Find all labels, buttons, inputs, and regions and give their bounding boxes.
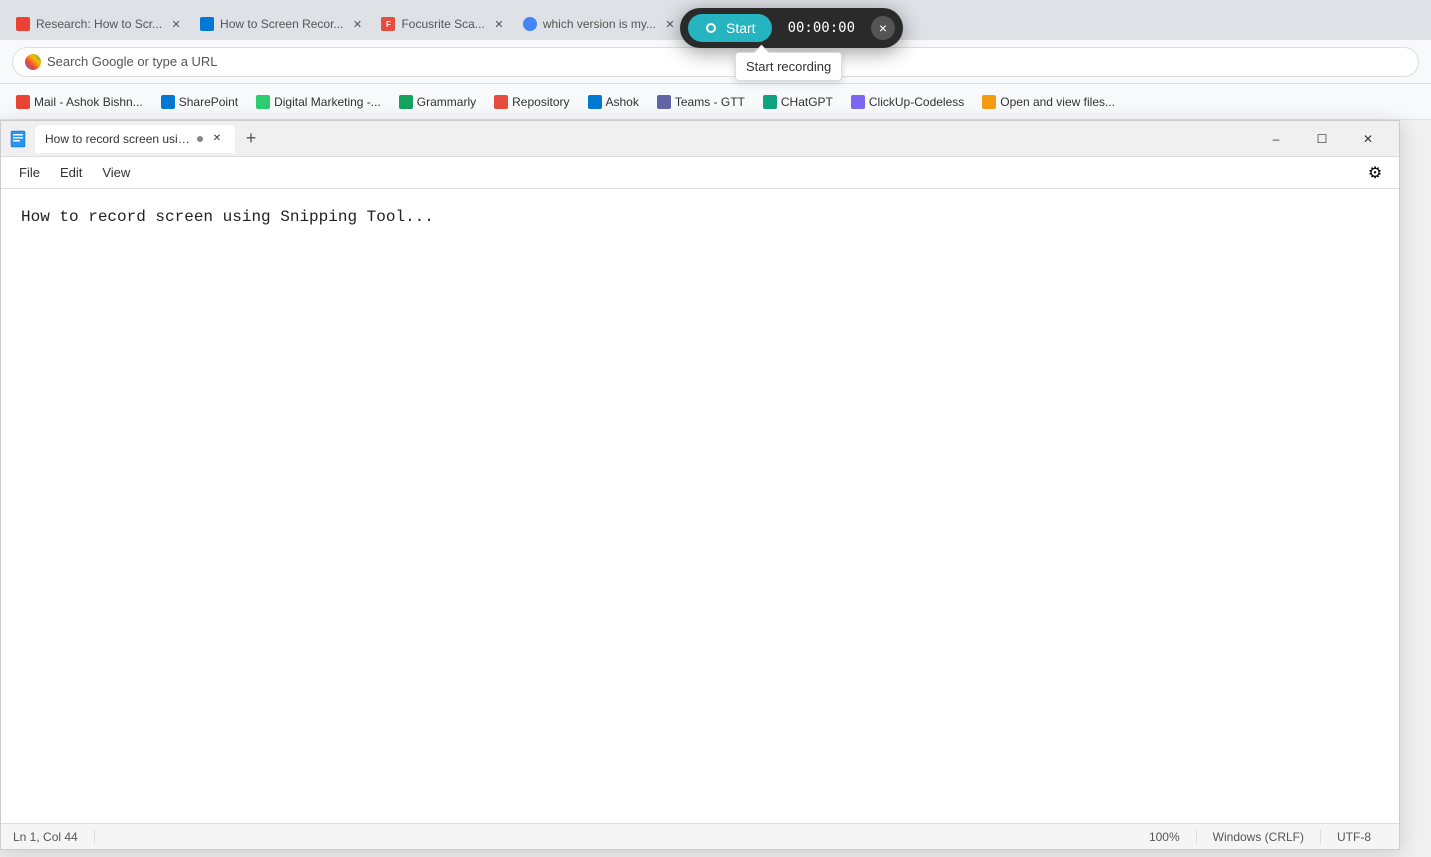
bookmark-open-files[interactable]: Open and view files... [974,89,1123,115]
start-recording-tooltip: Start recording [735,52,842,81]
notepad-view-menu[interactable]: View [92,161,140,184]
bookmarks-bar: Mail - Ashok Bishn... SharePoint Digital… [0,84,1431,120]
tab-close-3[interactable]: ✕ [491,16,507,32]
record-icon [704,21,718,35]
notepad-file-menu[interactable]: File [9,161,50,184]
tab-title-1: Research: How to Scr... [36,17,162,31]
notepad-cursor-position: Ln 1, Col 44 [13,830,95,844]
bookmark-grammarly-label: Grammarly [417,95,476,109]
start-button-label: Start [726,20,756,36]
tab-favicon-4 [523,17,537,31]
bookmark-sharepoint[interactable]: SharePoint [153,89,246,115]
address-bar-text: Search Google or type a URL [47,54,1406,69]
bookmark-teams-label: Teams - GTT [675,95,745,109]
notepad-modified-dot [197,136,203,142]
bookmark-clickup-label: ClickUp-Codeless [869,95,964,109]
notepad-encoding: UTF-8 [1321,830,1387,844]
browser-tab-3[interactable]: F Focusrite Sca... ✕ [373,8,514,40]
tab-favicon-1 [16,17,30,31]
notepad-statusbar: Ln 1, Col 44 100% Windows (CRLF) UTF-8 [1,823,1399,849]
close-toolbar-button[interactable]: × [871,16,895,40]
bookmark-mail-label: Mail - Ashok Bishn... [34,95,143,109]
notepad-menubar: File Edit View ⚙ [1,157,1399,189]
bookmark-chatgpt[interactable]: CHatGPT [755,89,841,115]
bookmark-sharepoint-label: SharePoint [179,95,238,109]
address-bar-input-wrap[interactable]: Search Google or type a URL [12,47,1419,77]
bookmark-ashok-label: Ashok [606,95,639,109]
bookmark-grammarly[interactable]: Grammarly [391,89,484,115]
notepad-app-icon [9,130,27,148]
tab-title-2: How to Screen Recor... [220,17,343,31]
tab-favicon-3: F [381,17,395,31]
browser-tab-2[interactable]: How to Screen Recor... ✕ [192,8,373,40]
bookmark-ashok[interactable]: Ashok [580,89,647,115]
bookmark-repo-label: Repository [512,95,569,109]
tab-close-4[interactable]: ✕ [662,16,678,32]
notepad-content-area[interactable]: How to record screen using Snipping Tool… [1,189,1399,823]
notepad-tab-close[interactable]: ✕ [209,131,225,147]
bookmark-teams[interactable]: Teams - GTT [649,89,753,115]
tab-close-1[interactable]: ✕ [168,16,184,32]
notepad-tab[interactable]: How to record screen using Snippin ✕ [35,125,235,153]
browser-tab-4[interactable]: which version is my... ✕ [515,8,686,40]
bookmark-chatgpt-label: CHatGPT [781,95,833,109]
notepad-maximize-button[interactable]: ☐ [1299,123,1345,155]
bookmark-clickup[interactable]: ClickUp-Codeless [843,89,972,115]
start-recording-button[interactable]: Start [688,14,772,42]
bookmark-marketing-label: Digital Marketing -... [274,95,381,109]
tooltip-text: Start recording [746,59,831,74]
google-icon [25,54,41,70]
browser-tab-1[interactable]: Research: How to Scr... ✕ [8,8,192,40]
notepad-tab-label: How to record screen using Snippin [45,132,191,146]
bookmark-mail[interactable]: Mail - Ashok Bishn... [8,89,151,115]
notepad-minimize-button[interactable]: – [1253,123,1299,155]
notepad-close-button[interactable]: ✕ [1345,123,1391,155]
tab-title-4: which version is my... [543,17,656,31]
tab-title-3: Focusrite Sca... [401,17,484,31]
bookmark-files-label: Open and view files... [1000,95,1115,109]
notepad-window-controls: – ☐ ✕ [1253,123,1391,155]
screen-recording-toolbar: Start 00:00:00 × [680,8,903,48]
tab-favicon-2 [200,17,214,31]
notepad-edit-menu[interactable]: Edit [50,161,92,184]
bookmark-repository[interactable]: Repository [486,89,577,115]
notepad-line-ending: Windows (CRLF) [1197,830,1321,844]
record-icon-inner [708,25,714,31]
notepad-settings-button[interactable]: ⚙ [1359,157,1391,189]
notepad-titlebar: How to record screen using Snippin ✕ + –… [1,121,1399,157]
recording-timer: 00:00:00 [780,16,863,40]
notepad-new-tab-button[interactable]: + [239,127,263,151]
notepad-window: How to record screen using Snippin ✕ + –… [0,120,1400,850]
tab-close-2[interactable]: ✕ [349,16,365,32]
notepad-zoom-level: 100% [1133,830,1197,844]
bookmark-digital-marketing[interactable]: Digital Marketing -... [248,89,389,115]
